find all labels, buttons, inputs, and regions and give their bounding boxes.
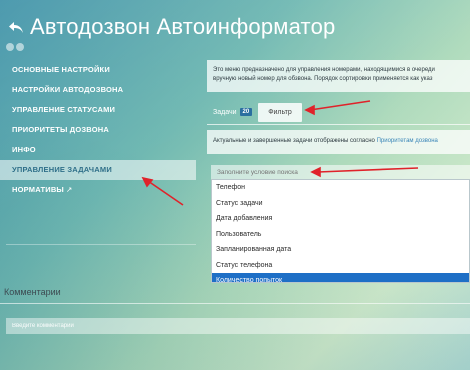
sidebar-item-task-management[interactable]: УПРАВЛЕНИЕ ЗАДАЧАМИ <box>0 160 196 180</box>
tab-tasks[interactable]: Задачи 20 <box>207 102 258 122</box>
view-dot-icon[interactable] <box>6 43 14 51</box>
sidebar-item-norms[interactable]: НОРМАТИВЫ ↗ <box>0 180 196 200</box>
note-text: Актуальные и завершенные задачи отображе… <box>213 138 377 144</box>
dropdown-option-task-status[interactable]: Статус задачи <box>212 196 469 212</box>
sidebar-item-dial-priorities[interactable]: ПРИОРИТЕТЫ ДОЗВОНА <box>0 120 196 140</box>
view-toggle-icons[interactable] <box>6 43 24 51</box>
dropdown-option-date-added[interactable]: Дата добавления <box>212 211 469 227</box>
dropdown-option-phone[interactable]: Телефон <box>212 180 469 196</box>
back-arrow-icon[interactable] <box>8 19 24 35</box>
tab-filter[interactable]: Фильтр <box>258 102 302 122</box>
tabs-underline <box>207 124 470 125</box>
divider <box>6 244 196 245</box>
sidebar-item-info[interactable]: ИНФО <box>0 140 196 160</box>
main-panel: Это меню предназначено для управления но… <box>207 60 470 283</box>
comment-input[interactable] <box>6 318 470 334</box>
priorities-link[interactable]: Приоритетам дозвона <box>377 138 438 144</box>
sidebar: ОСНОВНЫЕ НАСТРОЙКИ НАСТРОЙКИ АВТОДОЗВОНА… <box>0 60 196 200</box>
comments-divider <box>0 303 470 304</box>
comments-heading: Комментарии <box>4 287 61 297</box>
external-link-icon: ↗ <box>65 185 73 194</box>
search-input[interactable] <box>211 165 470 179</box>
hidden-button[interactable] <box>330 257 392 273</box>
info-text: вручную новый номер для обзвона. Порядок… <box>213 76 433 82</box>
info-box: Это меню предназначено для управления но… <box>207 60 470 92</box>
sidebar-item-autodial-settings[interactable]: НАСТРОЙКИ АВТОДОЗВОНА <box>0 80 196 100</box>
dropdown-option-planned-date[interactable]: Запланированная дата <box>212 242 469 258</box>
info-text: Это меню предназначено для управления но… <box>213 67 435 73</box>
dropdown-option-attempts[interactable]: Количество попыток <box>212 273 469 282</box>
sidebar-item-label: НОРМАТИВЫ <box>12 185 64 194</box>
page-title: Автодозвон Автоинформатор <box>30 14 336 39</box>
note-box: Актуальные и завершенные задачи отображе… <box>207 130 470 154</box>
sidebar-item-basic-settings[interactable]: ОСНОВНЫЕ НАСТРОЙКИ <box>0 60 196 80</box>
tab-tasks-label: Задачи <box>213 108 237 116</box>
page-header: Автодозвон Автоинформатор <box>8 14 335 40</box>
tasks-count-badge: 20 <box>239 108 253 116</box>
tabs: Задачи 20 Фильтр <box>207 102 470 122</box>
view-dot-icon[interactable] <box>16 43 24 51</box>
sidebar-item-status-management[interactable]: УПРАВЛЕНИЕ СТАТУСАМИ <box>0 100 196 120</box>
dropdown-option-user[interactable]: Пользователь <box>212 227 469 243</box>
